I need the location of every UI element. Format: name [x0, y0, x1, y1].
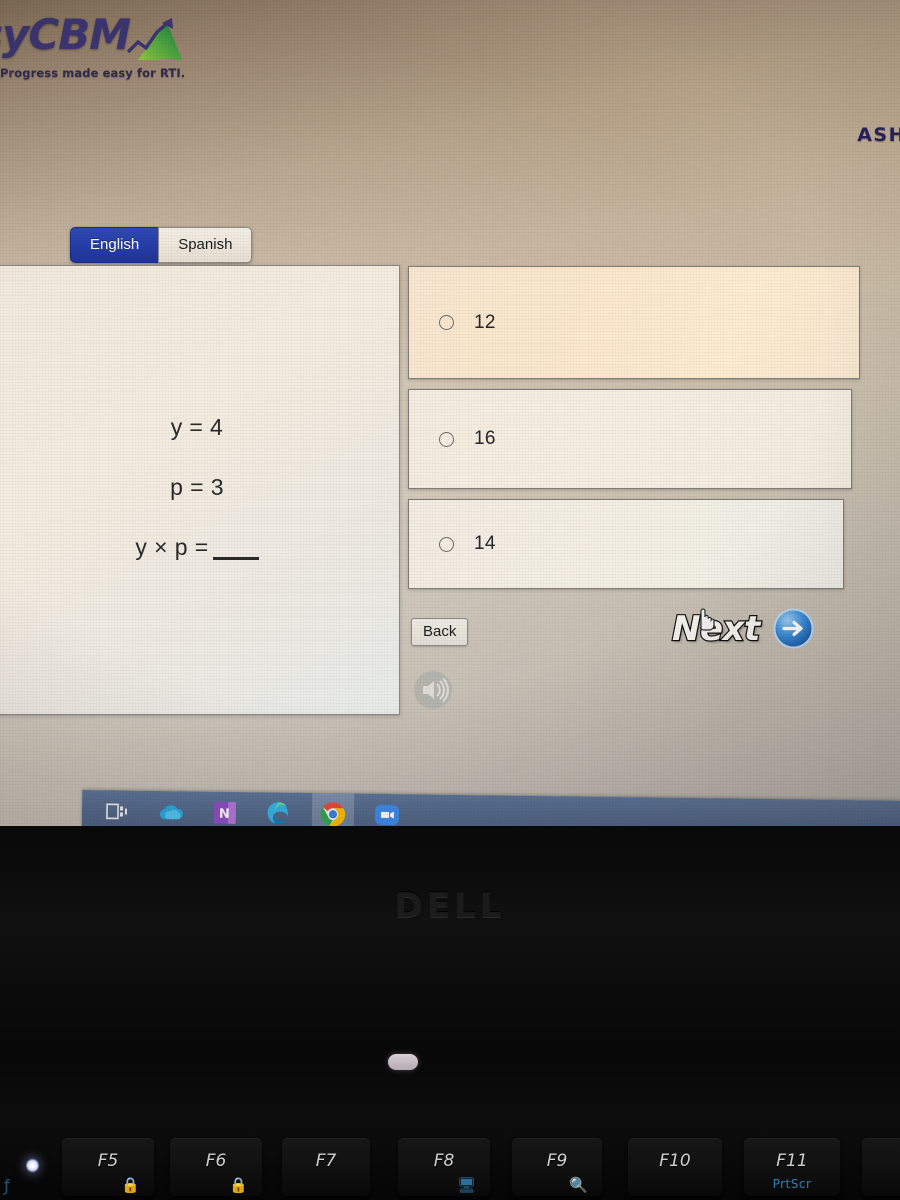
screenshot-root: syCBM Progress made easy for RTI. ASH En…: [0, 0, 900, 1200]
microsoft-edge-icon[interactable]: [258, 792, 301, 830]
radio-unselected-icon[interactable]: [439, 315, 454, 330]
key-f11-sublabel: PrtScr: [772, 1177, 812, 1191]
equation-prompt: y × p =: [0, 536, 399, 560]
next-button-label: Next: [671, 608, 762, 649]
zoom-icon[interactable]: [366, 794, 409, 830]
equation-block: y = 4 p = 3 y × p =: [0, 416, 399, 560]
answer-option-1-label: 12: [474, 311, 496, 333]
equation-line-1: y = 4: [170, 414, 224, 440]
tab-spanish[interactable]: Spanish: [158, 227, 253, 263]
display-switch-icon: 🖥: [456, 1176, 476, 1194]
key-f10[interactable]: F10: [628, 1138, 722, 1196]
answer-option-2-label: 16: [474, 428, 496, 449]
onenote-icon[interactable]: N: [204, 792, 247, 830]
hinge-latch: [388, 1054, 418, 1070]
key-f12[interactable]: F: [862, 1138, 900, 1196]
laptop-screen: syCBM Progress made easy for RTI. ASH En…: [0, 0, 900, 830]
answer-option-1[interactable]: 12: [408, 266, 860, 379]
key-f11[interactable]: F11 PrtScr: [744, 1138, 840, 1196]
answer-option-3-label: 14: [474, 533, 496, 554]
taskbar-icon-group: N: [96, 790, 409, 830]
key-f12-label: F: [862, 1151, 900, 1171]
key-f6[interactable]: F6 🔒: [170, 1138, 262, 1196]
function-key-row: F5 🔒 F6 🔒 F7 F8 🖥 F9 🔍 F10 F11 PrtScr F: [0, 1138, 900, 1200]
windows-taskbar: N: [81, 790, 900, 830]
question-panel: y = 4 p = 3 y × p =: [0, 265, 400, 715]
next-button[interactable]: Next: [671, 608, 814, 649]
task-view-icon[interactable]: [96, 790, 139, 830]
language-tab-group: English Spanish: [70, 227, 253, 263]
speaker-volume-icon[interactable]: [413, 670, 453, 710]
student-name: ASH: [857, 124, 900, 146]
tab-english[interactable]: English: [70, 227, 159, 263]
radio-unselected-icon[interactable]: [439, 431, 454, 447]
key-f9-label: F9: [546, 1151, 568, 1171]
app-logo-text: syCBM: [0, 10, 131, 59]
growth-arrow-chart-icon: [126, 18, 182, 60]
key-f8-label: F8: [433, 1151, 455, 1171]
key-f7[interactable]: F7: [282, 1138, 370, 1196]
key-f5[interactable]: F5 🔒: [62, 1138, 154, 1196]
key-f11-label: F11: [776, 1151, 808, 1171]
back-button[interactable]: Back: [411, 618, 469, 646]
key-f6-label: F6: [205, 1151, 227, 1171]
dell-brand-logo: DELL: [394, 886, 506, 926]
google-chrome-icon[interactable]: [311, 793, 355, 830]
onedrive-icon[interactable]: [150, 791, 193, 830]
answer-option-3[interactable]: 14: [408, 499, 844, 589]
lock-icon: 🔒: [121, 1176, 140, 1194]
lock-icon: 🔒: [229, 1176, 248, 1194]
radio-unselected-icon[interactable]: [439, 536, 454, 552]
blue-circle-arrow-right-icon[interactable]: [773, 608, 814, 649]
app-logo: syCBM Progress made easy for RTI.: [0, 6, 238, 86]
key-f8[interactable]: F8 🖥: [398, 1138, 490, 1196]
equation-line-2: p = 3: [170, 474, 224, 500]
answer-options-list: 12 16 14: [408, 266, 860, 599]
equation-prompt-text: y × p =: [135, 534, 209, 560]
answer-option-2[interactable]: 16: [408, 389, 852, 489]
key-f7-label: F7: [315, 1151, 337, 1171]
key-f9[interactable]: F9 🔍: [512, 1138, 602, 1196]
answer-blank: [212, 557, 259, 560]
search-icon: 🔍: [569, 1176, 588, 1194]
key-f10-label: F10: [659, 1151, 691, 1171]
app-logo-tagline: Progress made easy for RTI.: [0, 66, 186, 80]
key-f5-label: F5: [97, 1151, 119, 1171]
svg-text:N: N: [219, 806, 230, 821]
